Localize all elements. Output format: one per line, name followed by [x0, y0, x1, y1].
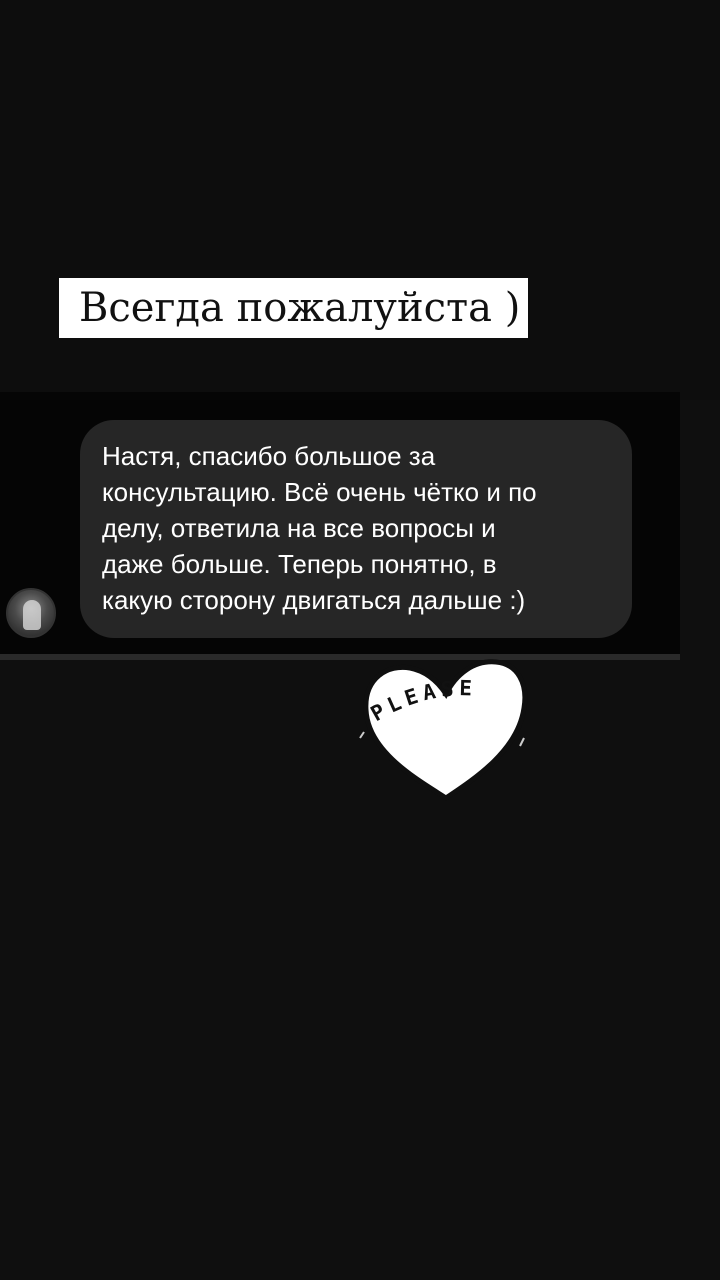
avatar[interactable] — [6, 588, 56, 638]
caption-text: Всегда пожалуйста ) — [59, 278, 528, 338]
please-heart-sticker[interactable]: PLEASE — [358, 652, 530, 802]
story-background — [0, 0, 720, 400]
avatar-figure — [23, 600, 41, 630]
story-canvas: Всегда пожалуйста ) Настя, спасибо больш… — [0, 0, 720, 1280]
message-bubble: Настя, спасибо большое за консультацию. … — [80, 420, 632, 638]
message-text: Настя, спасибо большое за консультацию. … — [102, 441, 537, 615]
screenshot-divider — [0, 654, 680, 660]
